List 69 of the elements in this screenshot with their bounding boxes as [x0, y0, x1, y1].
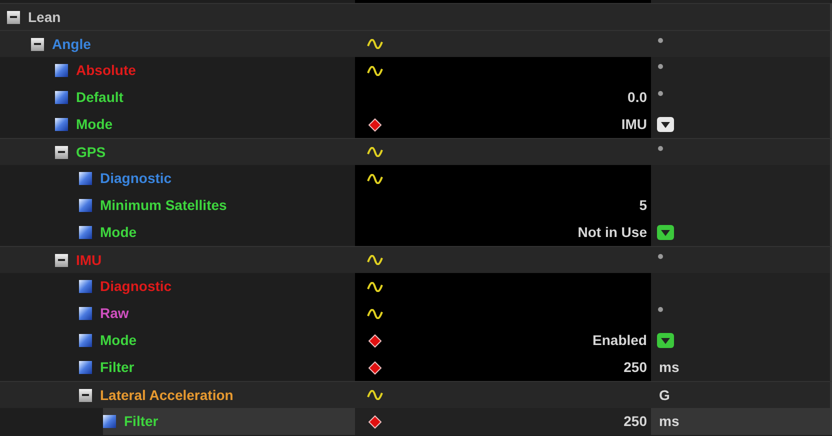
wave-icon: [367, 255, 383, 265]
wave-icon: [367, 174, 383, 184]
tree-row[interactable]: Filter: [79, 354, 355, 381]
item-label: Filter: [100, 358, 134, 377]
item-label: Lean: [28, 8, 61, 26]
wave-icon: [367, 147, 383, 157]
value-text[interactable]: IMU: [621, 114, 647, 135]
dropdown-button[interactable]: [657, 333, 674, 348]
tree-row[interactable]: Mode: [55, 111, 355, 138]
item-label: IMU: [76, 250, 102, 270]
value-text[interactable]: 0.0: [628, 87, 647, 108]
tree-row[interactable]: Filter: [103, 408, 355, 435]
parameter-icon: [79, 280, 92, 293]
parameter-icon: [103, 415, 116, 428]
parameter-icon: [79, 226, 92, 239]
value-text[interactable]: Enabled: [592, 330, 647, 351]
item-label: Diagnostic: [100, 277, 172, 296]
wave-icon: [367, 66, 383, 76]
collapse-icon[interactable]: [55, 146, 68, 158]
item-label: Lateral Acceleration: [100, 386, 234, 404]
tree-row[interactable]: Mode: [79, 327, 355, 354]
dropdown-button[interactable]: [657, 117, 674, 132]
diamond-icon: [368, 360, 382, 374]
unit-text: G: [659, 386, 670, 404]
item-label: GPS: [76, 142, 106, 162]
item-label: Filter: [124, 412, 158, 431]
item-label: Mode: [100, 223, 137, 242]
parameter-icon: [79, 307, 92, 320]
diamond-icon: [368, 334, 382, 348]
parameter-icon: [79, 172, 92, 185]
caret-icon: [661, 338, 670, 344]
dropdown-button[interactable]: [657, 225, 674, 240]
value-text[interactable]: 5: [639, 195, 647, 216]
tree-row[interactable]: Raw: [79, 300, 355, 327]
collapse-icon[interactable]: [55, 254, 68, 266]
wave-icon: [367, 39, 383, 49]
tree-row[interactable]: Mode: [79, 219, 355, 246]
item-label: Angle: [52, 34, 91, 54]
wave-icon: [367, 390, 383, 400]
tree-row[interactable]: Default: [55, 84, 355, 111]
unit-text: ms: [659, 358, 680, 377]
item-label: Mode: [100, 331, 137, 350]
collapse-icon[interactable]: [31, 38, 44, 50]
unit-text: ms: [659, 412, 680, 431]
collapse-icon[interactable]: [7, 10, 20, 24]
item-label: Raw: [100, 304, 129, 323]
item-label: Mode: [76, 115, 113, 134]
diamond-icon: [368, 118, 382, 132]
parameter-icon: [55, 64, 68, 77]
item-label: Minimum Satellites: [100, 196, 227, 215]
parameter-icon: [79, 334, 92, 347]
item-label: Diagnostic: [100, 169, 172, 188]
wave-icon: [367, 282, 383, 292]
parameter-icon: [79, 361, 92, 374]
parameter-icon: [55, 91, 68, 104]
value-text[interactable]: Not in Use: [578, 222, 647, 243]
parameter-icon: [55, 118, 68, 131]
tree-row[interactable]: Minimum Satellites: [79, 192, 355, 219]
item-label: Default: [76, 88, 124, 107]
value-text[interactable]: 250: [624, 357, 647, 378]
parameter-icon: [79, 199, 92, 212]
item-label: Absolute: [76, 61, 136, 80]
value-text[interactable]: 250: [624, 411, 647, 432]
diamond-icon: [368, 414, 382, 428]
caret-icon: [661, 122, 670, 128]
collapse-icon[interactable]: [79, 388, 92, 402]
tree-row[interactable]: Diagnostic: [79, 165, 355, 192]
wave-icon: [367, 308, 383, 318]
caret-icon: [661, 230, 670, 236]
